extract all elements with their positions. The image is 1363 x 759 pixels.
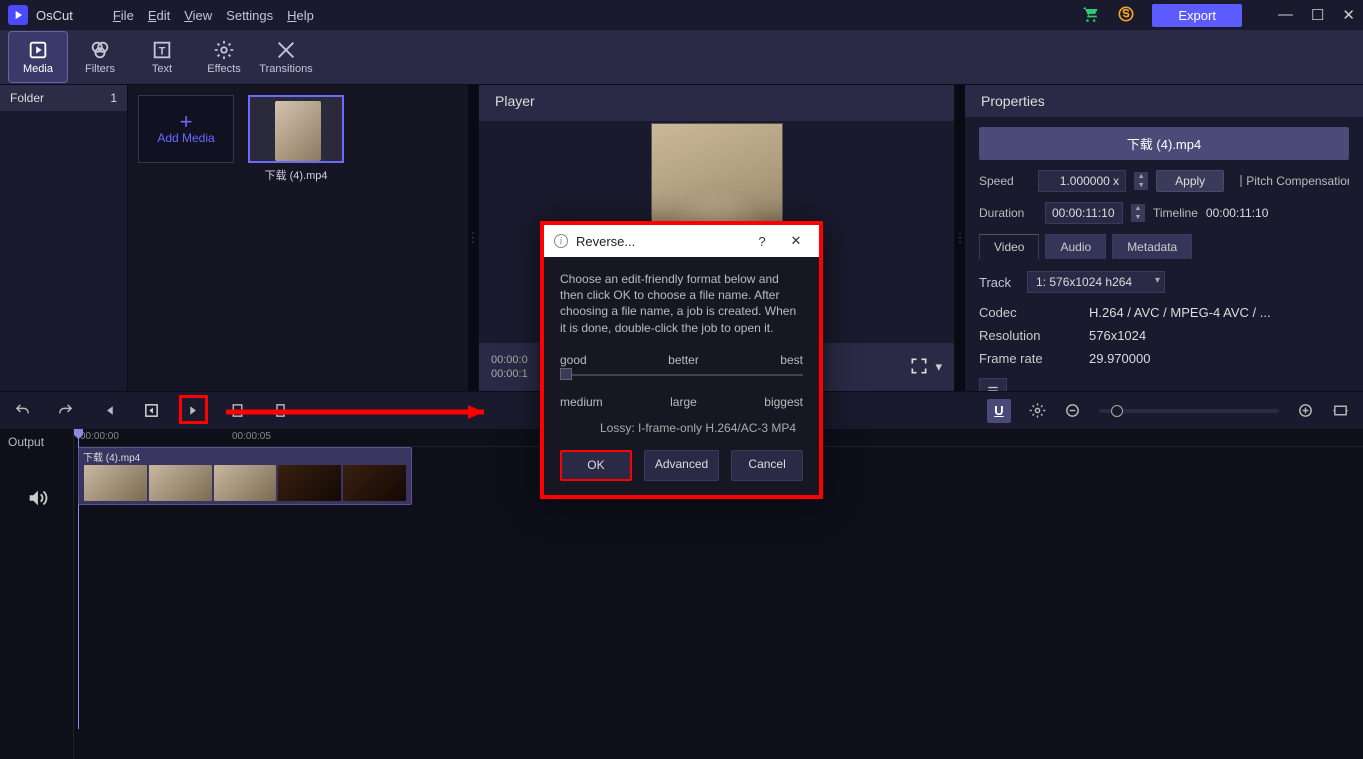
- folder-item[interactable]: Folder 1: [0, 85, 127, 111]
- zoom-in-icon[interactable]: [1297, 402, 1314, 419]
- duration-value[interactable]: 00:00:11:10: [1045, 202, 1123, 224]
- reverse-icon[interactable]: [143, 402, 160, 419]
- track-select[interactable]: 1: 576x1024 h264: [1027, 271, 1165, 293]
- menu-bar: File Edit View Settings Help: [113, 8, 314, 23]
- tab-filters[interactable]: Filters: [70, 31, 130, 83]
- tab-text[interactable]: T Text: [132, 31, 192, 83]
- track-label: Track: [979, 275, 1019, 290]
- panel-splitter[interactable]: ⋮: [468, 85, 478, 391]
- dialog-description: Choose an edit-friendly format below and…: [560, 271, 803, 336]
- dialog-close-button[interactable]: ✕: [783, 233, 809, 249]
- undo-icon[interactable]: [14, 402, 31, 419]
- title-bar: OsCut File Edit View Settings Help Expor…: [0, 0, 1363, 30]
- properties-tab-video[interactable]: Video: [979, 234, 1039, 259]
- player-title: Player: [479, 85, 954, 121]
- coin-icon[interactable]: [1116, 4, 1136, 27]
- speaker-icon[interactable]: [0, 487, 73, 509]
- timeline-value: 00:00:11:10: [1206, 206, 1269, 220]
- help-button[interactable]: ?: [749, 234, 775, 249]
- cart-icon[interactable]: [1080, 4, 1100, 27]
- zoom-dropdown-icon[interactable]: ▾: [935, 359, 942, 375]
- maximize-button[interactable]: ☐: [1311, 6, 1324, 24]
- player-timecode-b: 00:00:1: [491, 367, 528, 381]
- svg-text:T: T: [159, 46, 166, 58]
- zoom-out-icon[interactable]: [1064, 402, 1081, 419]
- menu-view[interactable]: View: [184, 8, 212, 23]
- properties-title: Properties: [965, 85, 1363, 117]
- redo-icon[interactable]: [57, 402, 74, 419]
- zoom-slider[interactable]: [1099, 409, 1279, 413]
- advanced-button[interactable]: Advanced: [644, 450, 719, 480]
- media-clip[interactable]: 下载 (4).mp4: [248, 95, 344, 183]
- duration-label: Duration: [979, 206, 1037, 220]
- cancel-button[interactable]: Cancel: [731, 450, 803, 480]
- info-icon: i: [554, 234, 568, 248]
- panel-splitter-2[interactable]: ⋮: [955, 85, 965, 391]
- app-logo: [8, 5, 28, 25]
- skip-back-icon[interactable]: [100, 402, 117, 419]
- zoom-fit-icon[interactable]: [1332, 402, 1349, 419]
- minimize-button[interactable]: —: [1278, 6, 1293, 24]
- properties-panel: Properties 下载 (4).mp4 Speed ▲▼ Apply Pit…: [965, 85, 1363, 391]
- fullscreen-icon[interactable]: [909, 356, 929, 379]
- export-button[interactable]: Export: [1152, 4, 1242, 27]
- properties-tab-audio[interactable]: Audio: [1045, 234, 1106, 259]
- close-button[interactable]: ✕: [1342, 6, 1355, 24]
- speed-input[interactable]: [1038, 170, 1126, 192]
- dialog-title: Reverse...: [576, 234, 635, 249]
- speed-label: Speed: [979, 174, 1030, 188]
- menu-edit[interactable]: Edit: [148, 8, 170, 23]
- add-media-button[interactable]: + Add Media: [138, 95, 234, 163]
- output-label: Output: [0, 429, 73, 455]
- apply-button[interactable]: Apply: [1156, 170, 1224, 192]
- plus-icon: +: [180, 113, 193, 131]
- pitch-checkbox[interactable]: [1240, 175, 1242, 187]
- app-name: OsCut: [36, 8, 73, 23]
- media-panel: Folder 1 + Add Media 下载 (4).mp4: [0, 85, 468, 391]
- settings-icon[interactable]: [1029, 402, 1046, 419]
- player-timecode-a: 00:00:0: [491, 353, 528, 367]
- menu-help[interactable]: Help: [287, 8, 314, 23]
- tab-effects[interactable]: Effects: [194, 31, 254, 83]
- menu-file[interactable]: File: [113, 8, 134, 23]
- reverse-dialog: i Reverse... ? ✕ Choose an edit-friendly…: [540, 221, 823, 499]
- snap-toggle[interactable]: U: [987, 399, 1011, 423]
- ok-button[interactable]: OK: [560, 450, 632, 480]
- menu-settings[interactable]: Settings: [226, 8, 273, 23]
- tutorial-arrow: [214, 405, 484, 422]
- clip-thumbnail: [248, 95, 344, 163]
- properties-tab-metadata[interactable]: Metadata: [1112, 234, 1192, 259]
- duration-spinner[interactable]: ▲▼: [1131, 204, 1145, 222]
- tab-media[interactable]: Media: [8, 31, 68, 83]
- timeline-clip[interactable]: 下载 (4).mp4: [78, 447, 412, 505]
- quality-slider[interactable]: [560, 374, 803, 376]
- speed-spinner[interactable]: ▲▼: [1134, 172, 1148, 190]
- tutorial-highlight: [179, 395, 208, 424]
- main-tabs: Media Filters T Text Effects Transitions: [0, 30, 1363, 85]
- tab-transitions[interactable]: Transitions: [256, 31, 316, 83]
- properties-filename[interactable]: 下载 (4).mp4: [979, 127, 1349, 160]
- codec-description: Lossy: I-frame-only H.264/AC-3 MP4: [560, 420, 803, 436]
